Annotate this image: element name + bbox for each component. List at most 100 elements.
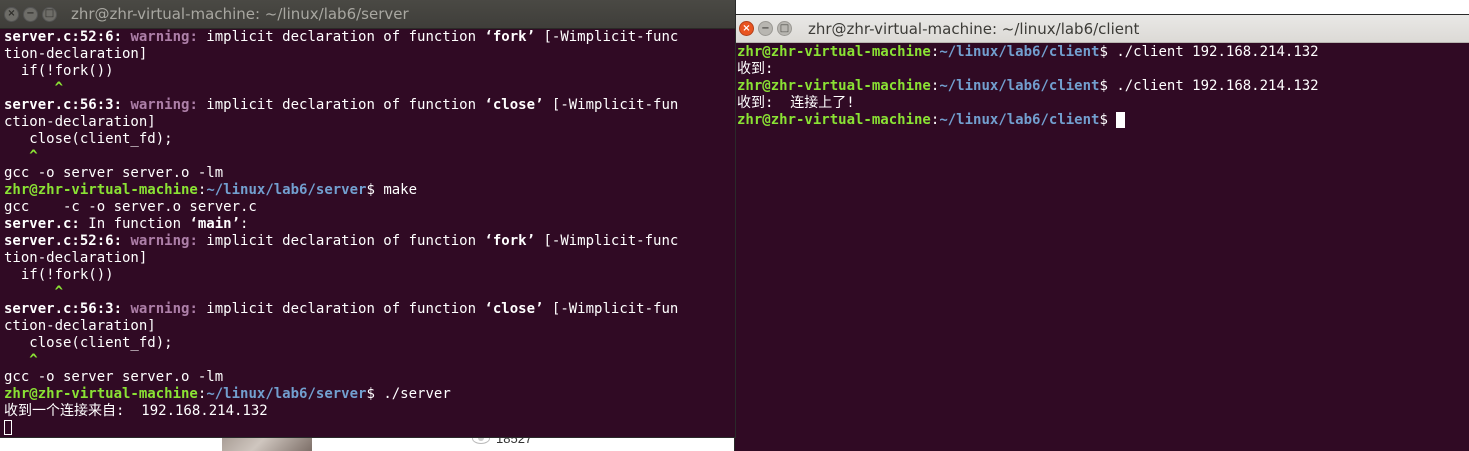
client-terminal-window[interactable]: × − □ zhr@zhr-virtual-machine: ~/linux/l… [735, 15, 1469, 451]
terminal-text-segment: ‘main’ [189, 216, 241, 232]
terminal-text-segment: ^ [4, 80, 64, 96]
terminal-line: gcc -o server server.o -lm [4, 369, 731, 386]
terminal-text-segment: server.c: [4, 216, 80, 232]
terminal-text-segment: server.c:52:6: [4, 233, 131, 249]
terminal-text-segment: 收到: 连接上了! [737, 95, 855, 111]
terminal-text-segment: ^ [4, 284, 64, 300]
terminal-line: zhr@zhr-virtual-machine:~/linux/lab6/ser… [4, 182, 731, 199]
terminal-line: gcc -o server server.o -lm [4, 165, 731, 182]
terminal-text-segment: ~/linux/lab6/client [939, 78, 1100, 94]
terminal-text-segment: warning: [130, 97, 207, 113]
terminal-line: server.c:56:3: warning: implicit declara… [4, 97, 731, 114]
terminal-text-segment: ~/linux/lab6/server [206, 182, 367, 198]
terminal-text-segment: $ make [366, 182, 418, 198]
server-terminal-window[interactable]: × − □ zhr@zhr-virtual-machine: ~/linux/l… [0, 0, 735, 437]
server-window-titlebar[interactable]: × − □ zhr@zhr-virtual-machine: ~/linux/l… [0, 0, 735, 29]
terminal-text-segment: gcc -o server server.o -lm [4, 165, 224, 181]
terminal-text-segment: ^ [4, 352, 38, 368]
terminal-line: tion-declaration] [4, 250, 731, 267]
terminal-text-segment: warning: [130, 301, 207, 317]
terminal-text-segment: implicit declaration of function [206, 233, 485, 249]
terminal-line: server.c:52:6: warning: implicit declara… [4, 29, 731, 46]
terminal-cursor [4, 420, 12, 435]
terminal-text-segment: implicit declaration of function [206, 97, 485, 113]
terminal-text-segment: ‘fork’ [484, 29, 536, 45]
terminal-text-segment: zhr@zhr-virtual-machine [737, 78, 931, 94]
terminal-text-segment: implicit declaration of function [206, 29, 485, 45]
terminal-line: close(client_fd); [4, 335, 731, 352]
terminal-line: zhr@zhr-virtual-machine:~/linux/lab6/ser… [4, 386, 731, 403]
terminal-line: if(!fork()) [4, 267, 731, 284]
terminal-line: tion-declaration] [4, 46, 731, 63]
terminal-line: ^ [4, 80, 731, 97]
terminal-text-segment: warning: [130, 29, 207, 45]
terminal-line: ^ [4, 284, 731, 301]
terminal-text-segment: zhr@zhr-virtual-machine [4, 386, 198, 402]
server-window-title: zhr@zhr-virtual-machine: ~/linux/lab6/se… [71, 5, 409, 23]
terminal-text-segment: 收到一个连接来自: 192.168.214.132 [4, 403, 268, 419]
terminal-text-segment: ction-declaration] [4, 114, 156, 130]
maximize-button[interactable]: □ [777, 21, 792, 36]
terminal-line: 收到: [737, 61, 1465, 78]
terminal-text-segment: close(client_fd); [4, 335, 173, 351]
terminal-line: ^ [4, 148, 731, 165]
server-terminal-output[interactable]: server.c:52:6: warning: implicit declara… [0, 29, 735, 437]
terminal-text-segment: [-Wimplicit-func [535, 233, 679, 249]
client-window-title: zhr@zhr-virtual-machine: ~/linux/lab6/cl… [808, 19, 1140, 38]
terminal-text-segment: ^ [4, 148, 38, 164]
close-button[interactable]: × [739, 21, 754, 36]
terminal-line: zhr@zhr-virtual-machine:~/linux/lab6/cli… [737, 112, 1465, 129]
terminal-text-segment: server.c:52:6: [4, 29, 131, 45]
terminal-line: server.c:56:3: warning: implicit declara… [4, 301, 731, 318]
terminal-line: if(!fork()) [4, 63, 731, 80]
terminal-text-segment: implicit declaration of function [206, 301, 485, 317]
terminal-line: zhr@zhr-virtual-machine:~/linux/lab6/cli… [737, 44, 1465, 61]
terminal-text-segment: zhr@zhr-virtual-machine [4, 182, 198, 198]
terminal-text-segment: tion-declaration] [4, 46, 148, 62]
terminal-text-segment: server.c:56:3: [4, 301, 131, 317]
terminal-line: server.c:52:6: warning: implicit declara… [4, 233, 731, 250]
terminal-text-segment: : [240, 216, 249, 232]
terminal-text-segment: gcc -o server server.o -lm [4, 369, 224, 385]
terminal-text-segment: [-Wimplicit-fun [543, 301, 679, 317]
terminal-line [4, 420, 731, 437]
terminal-text-segment: ~/linux/lab6/client [939, 112, 1100, 128]
terminal-text-segment: warning: [130, 233, 207, 249]
close-button[interactable]: × [4, 6, 19, 22]
client-window-titlebar[interactable]: × − □ zhr@zhr-virtual-machine: ~/linux/l… [735, 15, 1469, 43]
terminal-text-segment: tion-declaration] [4, 250, 148, 266]
terminal-line: 收到一个连接来自: 192.168.214.132 [4, 403, 731, 420]
terminal-text-segment: gcc -c -o server.o server.c [4, 199, 257, 215]
terminal-text-segment: close(client_fd); [4, 131, 173, 147]
terminal-text-segment: [-Wimplicit-func [535, 29, 679, 45]
terminal-text-segment: zhr@zhr-virtual-machine [737, 112, 931, 128]
minimize-button[interactable]: − [23, 6, 38, 22]
terminal-text-segment: $ ./server [366, 386, 451, 402]
client-window-controls: × − □ [739, 21, 792, 36]
terminal-text-segment: server.c:56:3: [4, 97, 131, 113]
terminal-text-segment: ‘fork’ [484, 233, 536, 249]
client-terminal-output[interactable]: zhr@zhr-virtual-machine:~/linux/lab6/cli… [735, 43, 1469, 129]
terminal-line: ction-declaration] [4, 114, 731, 131]
maximize-button[interactable]: □ [42, 6, 57, 22]
terminal-text-segment: ‘close’ [484, 301, 544, 317]
server-window-controls: × − □ [4, 6, 57, 22]
terminal-line: zhr@zhr-virtual-machine:~/linux/lab6/cli… [737, 78, 1465, 95]
terminal-text-segment: 收到: [737, 61, 782, 77]
terminal-text-segment: ‘close’ [484, 97, 544, 113]
terminal-line: gcc -c -o server.o server.c [4, 199, 731, 216]
terminal-text-segment: ction-declaration] [4, 318, 156, 334]
terminal-cursor [1116, 112, 1126, 128]
terminal-text-segment: [-Wimplicit-fun [543, 97, 679, 113]
terminal-line: 收到: 连接上了! [737, 95, 1465, 112]
terminal-text-segment: ~/linux/lab6/server [206, 386, 367, 402]
minimize-button[interactable]: − [758, 21, 773, 36]
terminal-text-segment: zhr@zhr-virtual-machine [737, 44, 931, 60]
terminal-text-segment: In function [79, 216, 190, 232]
terminal-text-segment: $ ./client 192.168.214.132 [1099, 44, 1319, 60]
terminal-line: ^ [4, 352, 731, 369]
terminal-text-segment: ~/linux/lab6/client [939, 44, 1100, 60]
terminal-text-segment: $ ./client 192.168.214.132 [1099, 78, 1319, 94]
terminal-text-segment: $ [1099, 112, 1117, 128]
terminal-text-segment: if(!fork()) [4, 63, 114, 79]
